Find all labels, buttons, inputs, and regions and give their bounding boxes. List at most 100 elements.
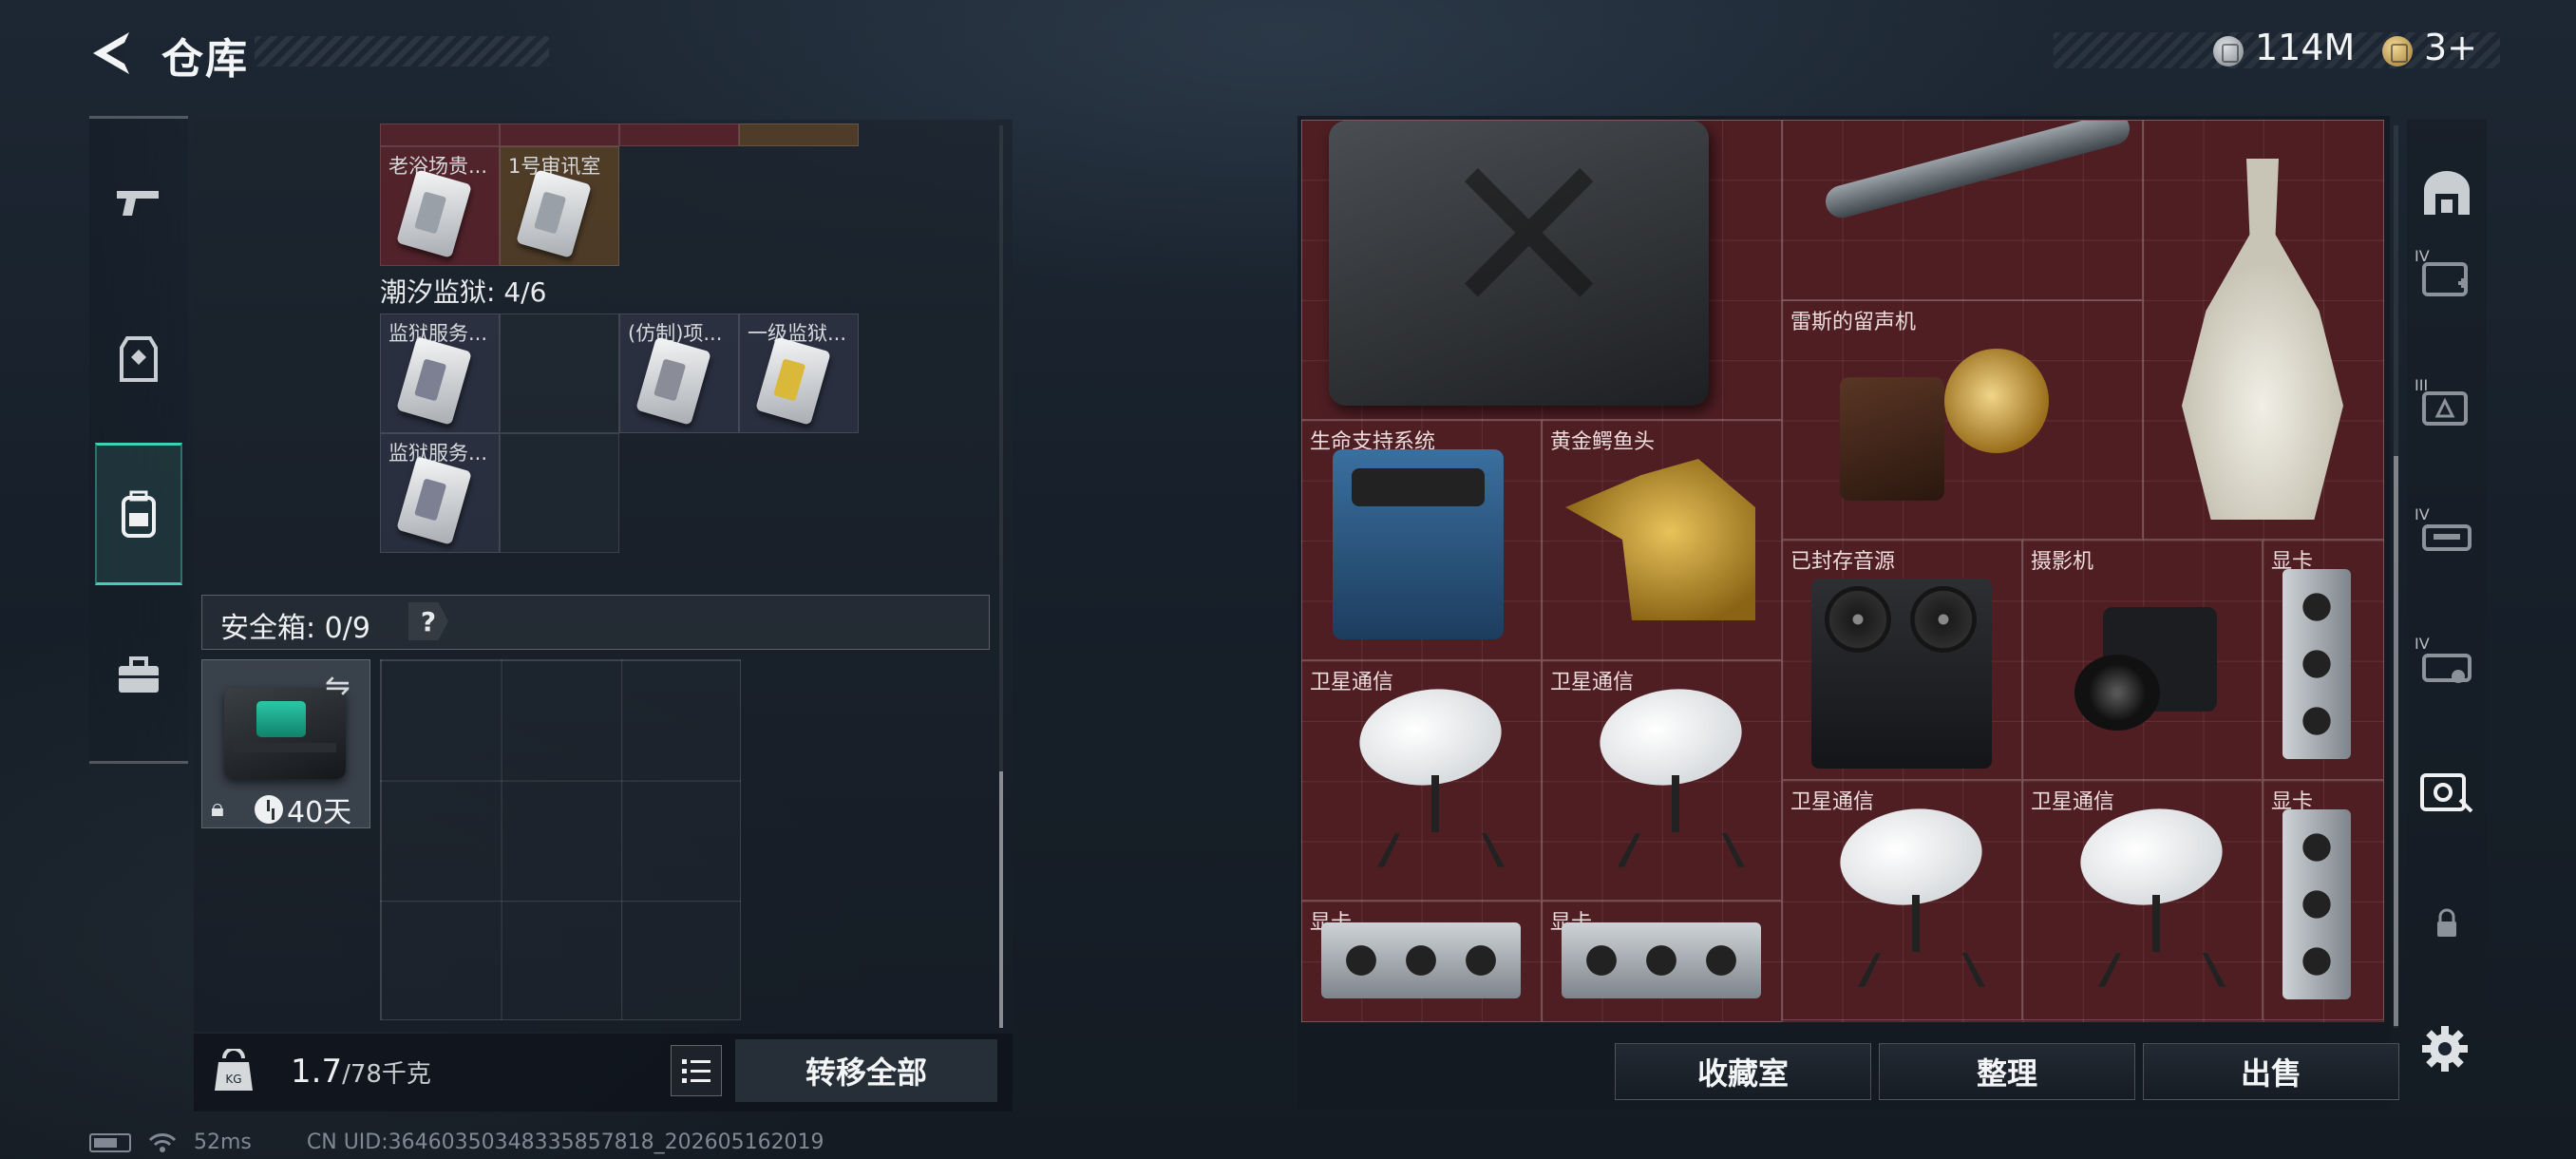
tab-stash-3[interactable]: IV [2413,502,2481,570]
lock-icon: 🔒︎ [211,794,224,823]
item-label: 雷斯的留声机 [1790,311,1917,334]
keycard-slot[interactable]: (仿制)项... [619,314,739,433]
item-label: 卫星通信 [1550,671,1635,694]
item-label: 卫星通信 [1790,790,1875,814]
life-support-icon [1333,449,1504,639]
empty-slot[interactable] [500,433,619,553]
stash-item-satellite[interactable]: 卫星通信 [1301,660,1542,901]
backpack-icon [122,490,156,538]
weight-readout: 1.7/78千克 [291,1053,431,1091]
partial-slot [739,124,859,146]
collection-box-icon [2420,773,2473,813]
keycard-slot[interactable]: 1号审讯室 [500,146,619,266]
battery-icon [89,1132,131,1152]
gramophone-icon [1821,339,2058,510]
tier-label: III [2415,376,2429,394]
safebox-label: 安全箱: 0/9 [220,612,370,645]
armor-icon [120,336,158,382]
sell-button[interactable]: 出售 [2143,1043,2399,1100]
tab-stash-locked[interactable] [2413,889,2481,958]
tier-label: IV [2415,635,2430,653]
missile-icon [1822,121,2133,222]
tier-label: IV [2415,505,2430,523]
gold-currency-value: 3+ [2424,27,2478,68]
stash-item-gold-croc[interactable]: 黄金鳄鱼头 [1542,420,1782,660]
ping-value: 52ms [194,1130,252,1154]
stash-item-gpu[interactable]: 显卡 [1301,901,1542,1022]
stash-item-satellite[interactable]: 卫星通信 [2022,780,2263,1020]
gpu-icon [2282,809,2351,999]
item-label: 已封存音源 [1790,550,1896,574]
collection-room-button[interactable]: 收藏室 [1615,1043,1871,1100]
reel-recorder-icon [1811,579,1992,769]
stash-item-gpu[interactable]: 显卡 [1542,901,1782,1022]
gun-icon [117,191,159,216]
clock-icon [255,795,283,824]
tab-stash-2[interactable]: III [2413,372,2481,441]
svg-text:KG: KG [225,1073,241,1086]
empty-slot[interactable] [500,314,619,433]
transfer-all-button[interactable]: 转移全部 [735,1039,997,1102]
stash-item-jerrycan[interactable] [1301,120,1782,420]
tab-stash-4[interactable]: IV [2413,631,2481,699]
silver-coin-icon [2213,36,2244,66]
tab-toolbox[interactable] [95,604,182,747]
stash-item-sealed-audio[interactable]: 已封存音源 [1782,540,2022,780]
case-timer: 40天 [255,788,351,830]
wifi-icon [148,1132,177,1152]
gold-coin-icon [2382,36,2413,66]
stash-item-life-support[interactable]: 生命支持系统 [1301,420,1542,660]
keycard-icon [396,169,472,258]
sort-button[interactable]: 整理 [1879,1043,2135,1100]
gpu-icon [2282,569,2351,759]
safebox-grid[interactable] [380,659,741,1020]
case-timer-value: 40天 [287,796,352,829]
stash-item-camera[interactable]: 摄影机 [2022,540,2263,780]
keycard-slot[interactable]: 监狱服务... [380,433,500,553]
list-view-button[interactable] [671,1045,722,1096]
keycard-slot[interactable]: 老浴场贵... [380,146,500,266]
swap-icon[interactable]: ⇋ [325,667,350,703]
back-arrow-icon[interactable] [87,28,135,78]
gold-croc-icon [1565,459,1755,620]
keycard-slot[interactable]: 监狱服务... [380,314,500,433]
weight-value: 1.7 [291,1053,343,1091]
tab-weapons[interactable] [95,131,182,274]
keycard-icon [396,456,472,545]
stash-item-satellite[interactable]: 卫星通信 [1542,660,1782,901]
stash-item-vase[interactable] [2143,120,2384,540]
ammo-box-icon [2422,391,2468,426]
camera-icon [2046,579,2236,740]
keycard-slot[interactable]: 一级监狱... [739,314,859,433]
weight-icon: KG [215,1049,253,1091]
vase-icon [2182,159,2343,520]
gpu-icon [1562,922,1761,998]
toolbox-icon [119,656,159,693]
container-scroll-thumb[interactable] [999,771,1003,1028]
tab-backpack[interactable] [95,443,182,585]
tab-stash-1[interactable]: IV [2413,243,2481,312]
tab-stash-collection[interactable] [2413,758,2481,826]
settings-gear-icon[interactable] [2420,1024,2470,1074]
title-decoration [255,36,549,66]
keycard-icon [396,336,472,426]
stash-scroll-thumb[interactable] [2394,456,2398,1026]
keycard-icon [635,336,711,426]
stash-item-gpu[interactable]: 显卡 [2263,540,2384,780]
item-label: 卫星通信 [1310,671,1394,694]
stash-item-gramophone[interactable]: 雷斯的留声机 [1782,300,2143,540]
tier-label: IV [2415,247,2430,265]
stash-home-icon [2424,171,2470,215]
partial-slot [380,124,500,146]
stash-item-satellite[interactable]: 卫星通信 [1782,780,2022,1020]
tab-armor[interactable] [95,289,182,431]
tab-stash-main[interactable] [2413,160,2481,228]
uid-text: CN UID:3646035034833585781​8_20260516201… [306,1130,824,1154]
stash-item-gpu[interactable]: 显卡 [2263,780,2384,1020]
page-title: 仓库 [161,35,249,84]
partial-slot [500,124,619,146]
stash-item-missile[interactable] [1782,120,2143,300]
silver-currency-value: 114M [2255,27,2356,68]
jerrycan-icon [1329,121,1709,406]
keycard-icon [755,336,831,426]
